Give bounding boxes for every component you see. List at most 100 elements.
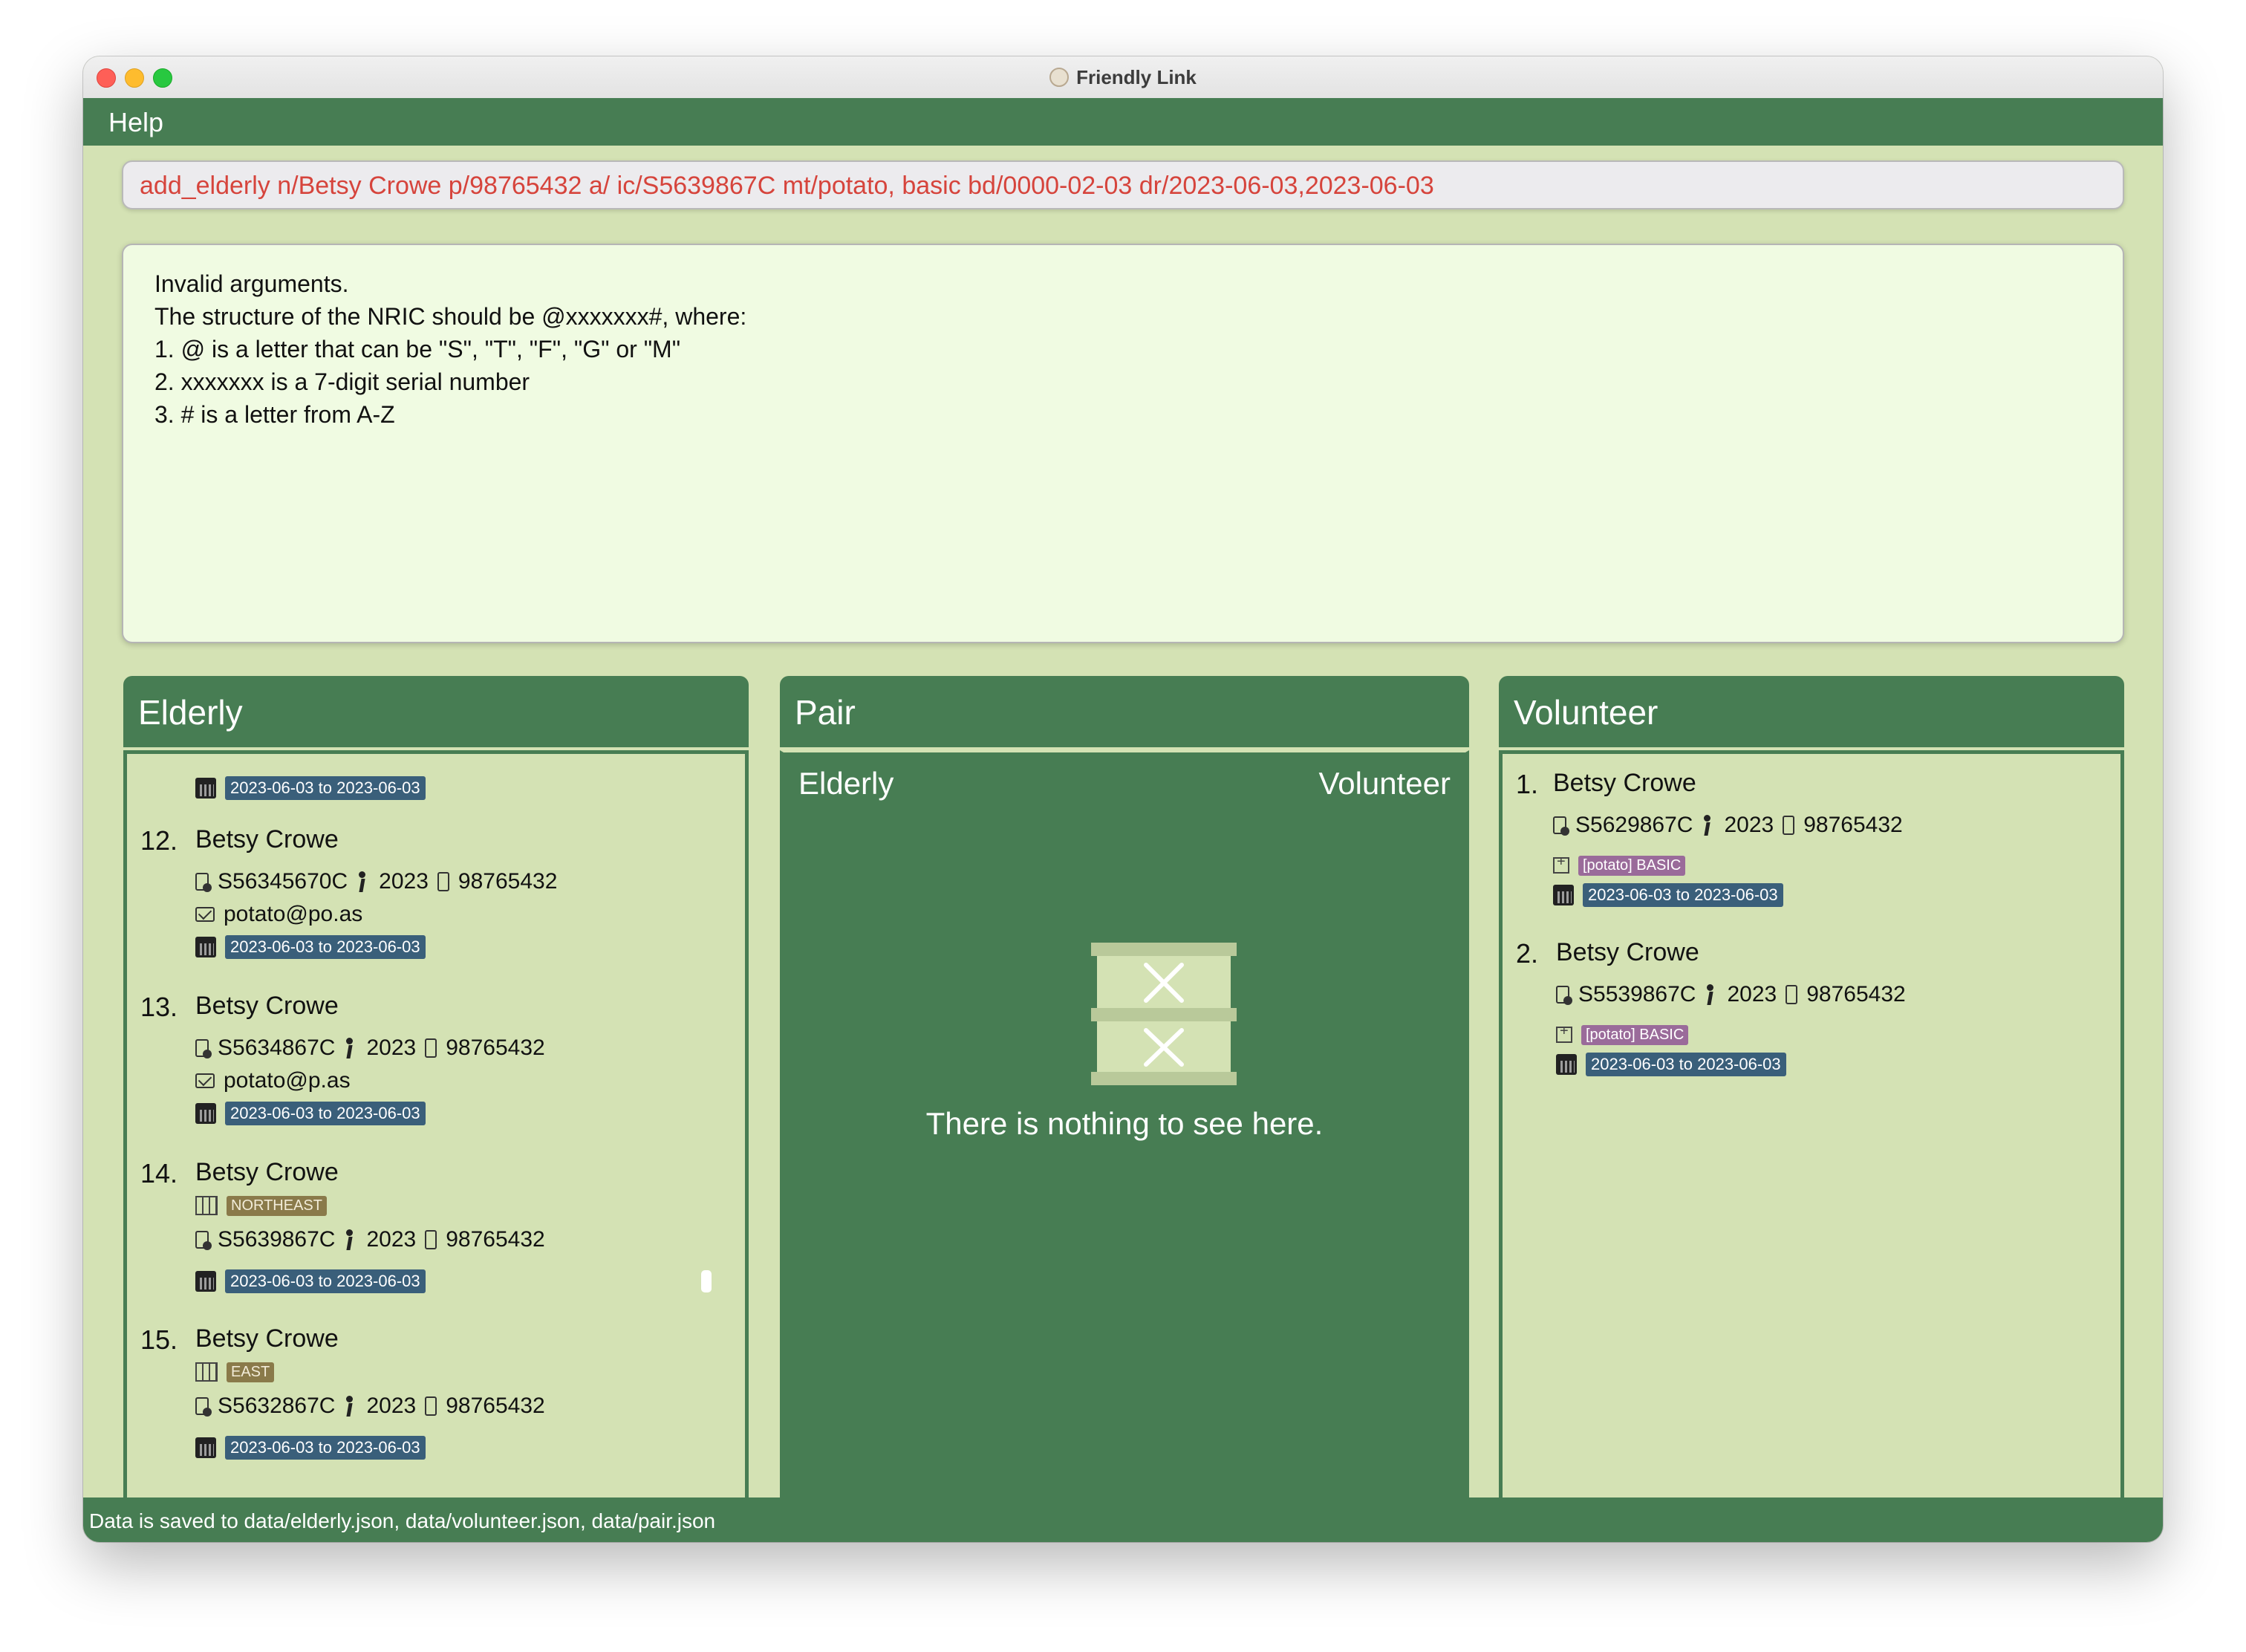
- entry-name: Betsy Crowe: [195, 1324, 339, 1353]
- entry-name: Betsy Crowe: [195, 1158, 339, 1186]
- title-wrap: Friendly Link: [83, 56, 2163, 98]
- id-card-icon: [195, 1397, 212, 1417]
- elderly-list-scrollbar[interactable]: [701, 1270, 712, 1292]
- details-row: S5639867C 2023 98765432: [195, 1226, 545, 1253]
- pair-panel: Pair Elderly Volunteer There is nothing …: [780, 676, 1469, 1505]
- calendar-icon: [195, 778, 216, 799]
- elderly-panel: Elderly 2023-06-03 to 2023-06-03 12. Bet…: [123, 676, 749, 1505]
- age: 2023: [1727, 982, 1777, 1007]
- app-logo-icon: [1049, 68, 1070, 87]
- phone-icon: [1786, 985, 1798, 1004]
- id-card-icon: [195, 1231, 212, 1250]
- nric: S5639867C: [218, 1227, 336, 1252]
- title-bar: Friendly Link: [83, 56, 2163, 99]
- elderly-panel-header: Elderly: [123, 676, 749, 747]
- result-display: Invalid arguments. The structure of the …: [122, 244, 2124, 643]
- status-bar: Data is saved to data/elderly.json, data…: [83, 1497, 2163, 1542]
- age: 2023: [366, 1227, 417, 1252]
- phone-icon: [425, 1230, 437, 1249]
- date-range-tag: 2023-06-03 to 2023-06-03: [1583, 883, 1783, 907]
- medical-row: [potato] BASIC: [1553, 852, 1686, 879]
- entry-name: Betsy Crowe: [195, 992, 339, 1020]
- date-range-tag: 2023-06-03 to 2023-06-03: [225, 1102, 426, 1125]
- id-card-icon: [1556, 986, 1572, 1005]
- volunteer-list[interactable]: 1. Betsy Crowe S5629867C 2023 98765432 […: [1499, 750, 2124, 1505]
- calendar-icon: [1556, 1054, 1577, 1075]
- phone: 98765432: [446, 1394, 545, 1418]
- age: 2023: [366, 1394, 417, 1418]
- phone-icon: [425, 1038, 437, 1058]
- medical-qualification-icon: [1553, 853, 1569, 874]
- pair-list[interactable]: Elderly Volunteer There is nothing to se…: [780, 750, 1469, 1505]
- pair-column-elderly: Elderly: [798, 766, 894, 801]
- date-row: 2023-06-03 to 2023-06-03: [195, 1434, 426, 1461]
- email-row: potato@po.as: [195, 901, 362, 928]
- date-row: 2023-06-03 to 2023-06-03: [195, 934, 426, 960]
- region-tag: EAST: [227, 1362, 275, 1382]
- command-input[interactable]: add_elderly n/Betsy Crowe p/98765432 a/ …: [122, 160, 2124, 209]
- medical-row: [potato] BASIC: [1556, 1021, 1689, 1048]
- app-window: Friendly Link Help add_elderly n/Betsy C…: [83, 56, 2163, 1542]
- pair-column-volunteer: Volunteer: [1318, 766, 1451, 801]
- volunteer-panel: Volunteer 1. Betsy Crowe S5629867C 2023 …: [1499, 676, 2124, 1505]
- elderly-person-icon: [344, 1396, 357, 1417]
- date-range-tag: 2023-06-03 to 2023-06-03: [1586, 1053, 1786, 1076]
- phone: 98765432: [458, 869, 558, 894]
- calendar-icon: [195, 1103, 216, 1124]
- entry-index: 2.: [1516, 938, 1539, 969]
- phone-icon: [1783, 816, 1795, 835]
- medical-tag: [potato] BASIC: [1578, 855, 1686, 876]
- calendar-icon: [1553, 885, 1574, 905]
- date-row: 2023-06-03 to 2023-06-03: [195, 1100, 426, 1127]
- region-tag: NORTHEAST: [227, 1195, 327, 1216]
- window-title: Friendly Link: [1076, 65, 1197, 88]
- map-icon: [195, 1362, 218, 1382]
- phone: 98765432: [446, 1035, 545, 1060]
- elderly-panel-title: Elderly: [138, 693, 243, 732]
- date-row: 2023-06-03 to 2023-06-03: [1553, 882, 1783, 908]
- map-icon: [195, 1196, 218, 1215]
- nric: S56345670C: [218, 869, 348, 894]
- nric: S5629867C: [1575, 813, 1693, 837]
- id-card-icon: [1553, 816, 1569, 836]
- email: potato@p.as: [224, 1068, 351, 1093]
- phone-icon: [425, 1396, 437, 1416]
- date-row: 2023-06-03 to 2023-06-03: [195, 1268, 426, 1295]
- phone: 98765432: [446, 1227, 545, 1252]
- details-row: S5634867C 2023 98765432: [195, 1035, 545, 1061]
- entry-index: 13.: [140, 992, 178, 1022]
- volunteer-panel-header: Volunteer: [1499, 676, 2124, 747]
- entry-name: Betsy Crowe: [1556, 938, 1699, 966]
- email-icon: [195, 1073, 215, 1088]
- date-range-tag: 2023-06-03 to 2023-06-03: [225, 1436, 426, 1460]
- email-row: potato@p.as: [195, 1067, 351, 1094]
- elderly-person-icon: [357, 871, 370, 892]
- email: potato@po.as: [224, 902, 363, 926]
- phone: 98765432: [1803, 813, 1903, 837]
- volunteer-panel-title: Volunteer: [1514, 693, 1659, 732]
- region-row: EAST: [195, 1359, 275, 1385]
- entry-index: 12.: [140, 825, 178, 856]
- elderly-list[interactable]: 2023-06-03 to 2023-06-03 12. Betsy Crowe…: [123, 750, 749, 1505]
- menu-help[interactable]: Help: [108, 107, 163, 138]
- phone: 98765432: [1806, 982, 1906, 1007]
- command-input-text: add_elderly n/Betsy Crowe p/98765432 a/ …: [140, 172, 1434, 200]
- date-range-tag: 2023-06-03 to 2023-06-03: [225, 935, 426, 959]
- pair-panel-title: Pair: [795, 693, 856, 732]
- age: 2023: [1724, 813, 1774, 837]
- nric: S5632867C: [218, 1394, 336, 1418]
- medical-qualification-icon: [1556, 1023, 1572, 1043]
- calendar-icon: [195, 1437, 216, 1458]
- result-message: Invalid arguments. The structure of the …: [154, 270, 747, 428]
- region-row: NORTHEAST: [195, 1192, 327, 1219]
- phone-icon: [437, 872, 449, 891]
- details-row: S56345670C 2023 98765432: [195, 868, 557, 895]
- calendar-icon: [195, 1271, 216, 1292]
- details-row: S5539867C 2023 98765432: [1556, 981, 1906, 1008]
- date-range-tag: 2023-06-03 to 2023-06-03: [225, 776, 426, 800]
- menu-bar: Help: [83, 98, 2163, 146]
- details-row: S5632867C 2023 98765432: [195, 1393, 545, 1420]
- date-row: 2023-06-03 to 2023-06-03: [1556, 1051, 1786, 1078]
- status-text: Data is saved to data/elderly.json, data…: [89, 1509, 716, 1532]
- entry-name: Betsy Crowe: [1553, 769, 1696, 797]
